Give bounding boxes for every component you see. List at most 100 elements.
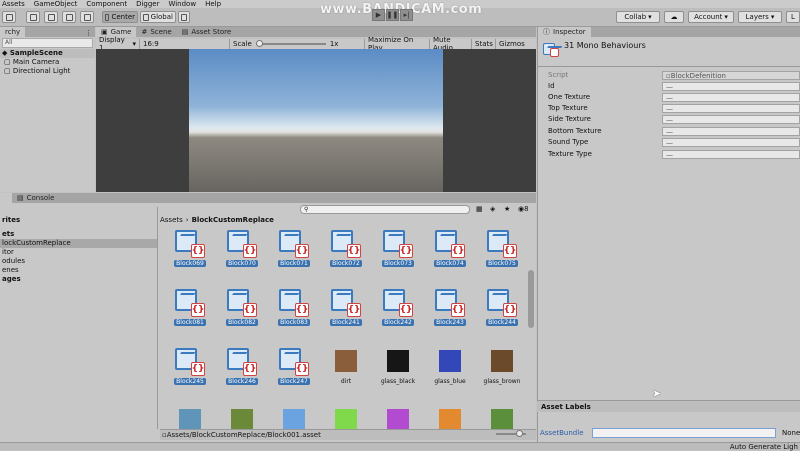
icon-size-slider[interactable] (496, 430, 526, 437)
texture-asset-item[interactable]: glass_blue (430, 346, 470, 396)
icon-size-slider-handle[interactable] (516, 430, 523, 437)
tree-blockcustomreplace[interactable]: lockCustomReplace (0, 239, 157, 248)
aspect-dropdown[interactable]: 16:9 (140, 39, 230, 49)
pause-button[interactable]: ❚❚ (386, 9, 399, 21)
filter-label-icon[interactable]: ◈ (490, 205, 495, 213)
asset-item[interactable]: {} Block243 (430, 287, 470, 337)
favorite-star-icon[interactable]: ★ (504, 205, 510, 213)
hand-tool-button[interactable] (2, 11, 16, 23)
asset-item[interactable]: {} Block069 (170, 228, 210, 278)
texture-asset-item[interactable] (170, 405, 210, 431)
asset-item[interactable]: {} Block073 (378, 228, 418, 278)
hierarchy-search-input[interactable]: All (2, 38, 93, 48)
custom-tool-button[interactable] (80, 11, 94, 23)
mute-audio-toggle[interactable]: Mute Audio (430, 36, 472, 52)
tab-hierarchy[interactable]: rchy (0, 27, 26, 37)
tab-scene[interactable]: # Scene (136, 27, 176, 37)
tree-assets[interactable]: ets (0, 230, 157, 239)
asset-item[interactable]: {} Block075 (482, 228, 522, 278)
project-search-input[interactable]: ⚲ (300, 205, 470, 214)
asset-item[interactable]: {} Block072 (326, 228, 366, 278)
top-texture-field[interactable]: — (662, 104, 800, 113)
asset-bundle-variant[interactable]: None (782, 429, 800, 437)
scale-tool-button[interactable] (62, 11, 76, 23)
step-button[interactable]: ▸| (400, 9, 413, 21)
asset-item[interactable]: {} Block082 (222, 287, 262, 337)
asset-labels-header[interactable]: Asset Labels (537, 400, 800, 412)
script-asset-icon: {} (383, 287, 413, 317)
texture-asset-item[interactable]: glass_black (378, 346, 418, 396)
menu-component[interactable]: Component (86, 0, 127, 8)
tab-inspector[interactable]: ⓘ Inspector (538, 27, 591, 37)
gizmos-dropdown[interactable]: Gizmos (496, 39, 536, 49)
layout-dropdown[interactable]: L (786, 11, 800, 23)
display-dropdown[interactable]: Display 1 ▾ (96, 36, 140, 52)
tree-editor[interactable]: itor (0, 248, 157, 257)
pivot-center-button[interactable]: Center (102, 11, 138, 23)
asset-item[interactable]: {} Block247 (274, 346, 314, 396)
hierarchy-item-directional-light[interactable]: ▢ Directional Light (0, 67, 95, 76)
texture-asset-item[interactable] (326, 405, 366, 431)
asset-item[interactable]: {} Block070 (222, 228, 262, 278)
cloud-button[interactable]: ☁ (664, 11, 684, 23)
texture-asset-item[interactable]: dirt (326, 346, 366, 396)
texture-asset-item[interactable]: glass_brown (482, 346, 522, 396)
tab-console[interactable]: ▤ Console (12, 193, 59, 203)
tree-packages[interactable]: ages (0, 275, 157, 284)
menu-help[interactable]: Help (205, 0, 221, 8)
asset-item[interactable]: {} Block074 (430, 228, 470, 278)
maximize-on-play-toggle[interactable]: Maximize On Play (365, 36, 430, 52)
side-texture-field[interactable]: — (662, 115, 800, 124)
snap-button[interactable] (178, 11, 190, 23)
texture-asset-item[interactable] (378, 405, 418, 431)
texture-asset-item[interactable] (482, 405, 522, 431)
asset-item[interactable]: {} Block242 (378, 287, 418, 337)
asset-item[interactable]: {} Block246 (222, 346, 262, 396)
play-button[interactable]: ▶ (372, 9, 385, 21)
tree-favorites[interactable]: rites (0, 216, 157, 225)
asset-item[interactable]: {} Block244 (482, 287, 522, 337)
rotate-tool-button[interactable] (44, 11, 58, 23)
texture-asset-item[interactable] (430, 405, 470, 431)
tab-asset-store[interactable]: ▤ Asset Store (177, 27, 237, 37)
scale-slider-track[interactable] (255, 40, 326, 47)
filter-type-icon[interactable]: ▦ (476, 205, 483, 213)
hand-icon (5, 13, 13, 21)
layers-dropdown[interactable]: Layers ▾ (738, 11, 782, 23)
hierarchy-item-main-camera[interactable]: ▢ Main Camera (0, 58, 95, 67)
global-space-button[interactable]: Global (140, 11, 176, 23)
scene-item[interactable]: ◆ SampleScene (0, 49, 95, 58)
one-texture-field[interactable]: — (662, 93, 800, 102)
asset-item[interactable]: {} Block241 (326, 287, 366, 337)
tree-modules[interactable]: odules (0, 257, 157, 266)
stats-toggle[interactable]: Stats (472, 39, 496, 49)
asset-grid-scrollbar[interactable] (528, 270, 534, 328)
bottom-texture-field[interactable]: — (662, 127, 800, 136)
tree-scenes[interactable]: enes (0, 266, 157, 275)
scale-slider[interactable]: Scale 1x (230, 39, 365, 49)
breadcrumb-folder[interactable]: BlockCustomReplace (192, 216, 274, 224)
menu-digger[interactable]: Digger (136, 0, 159, 8)
breadcrumb-assets[interactable]: Assets (160, 216, 183, 224)
id-field[interactable]: — (662, 82, 800, 91)
account-dropdown[interactable]: Account ▾ (688, 11, 734, 23)
asset-item[interactable]: {} Block245 (170, 346, 210, 396)
step-icon: ▸| (403, 11, 410, 19)
texture-type-field[interactable]: — (662, 150, 800, 159)
scale-slider-handle[interactable] (255, 40, 263, 47)
move-tool-button[interactable] (26, 11, 40, 23)
menu-assets[interactable]: Assets (2, 0, 25, 8)
texture-asset-item[interactable] (274, 405, 314, 431)
tab-project[interactable] (0, 193, 12, 203)
sound-type-field[interactable]: — (662, 138, 800, 147)
panel-menu-icon[interactable]: ⋮ (85, 29, 95, 37)
texture-asset-item[interactable] (222, 405, 262, 431)
inspector-label-id: Id (548, 82, 555, 90)
collab-button[interactable]: Collab ▾ (616, 11, 660, 23)
menu-window[interactable]: Window (168, 0, 196, 8)
menu-gameobject[interactable]: GameObject (34, 0, 78, 8)
asset-item[interactable]: {} Block083 (274, 287, 314, 337)
asset-item[interactable]: {} Block081 (170, 287, 210, 337)
asset-item[interactable]: {} Block071 (274, 228, 314, 278)
asset-bundle-dropdown[interactable] (592, 428, 776, 438)
